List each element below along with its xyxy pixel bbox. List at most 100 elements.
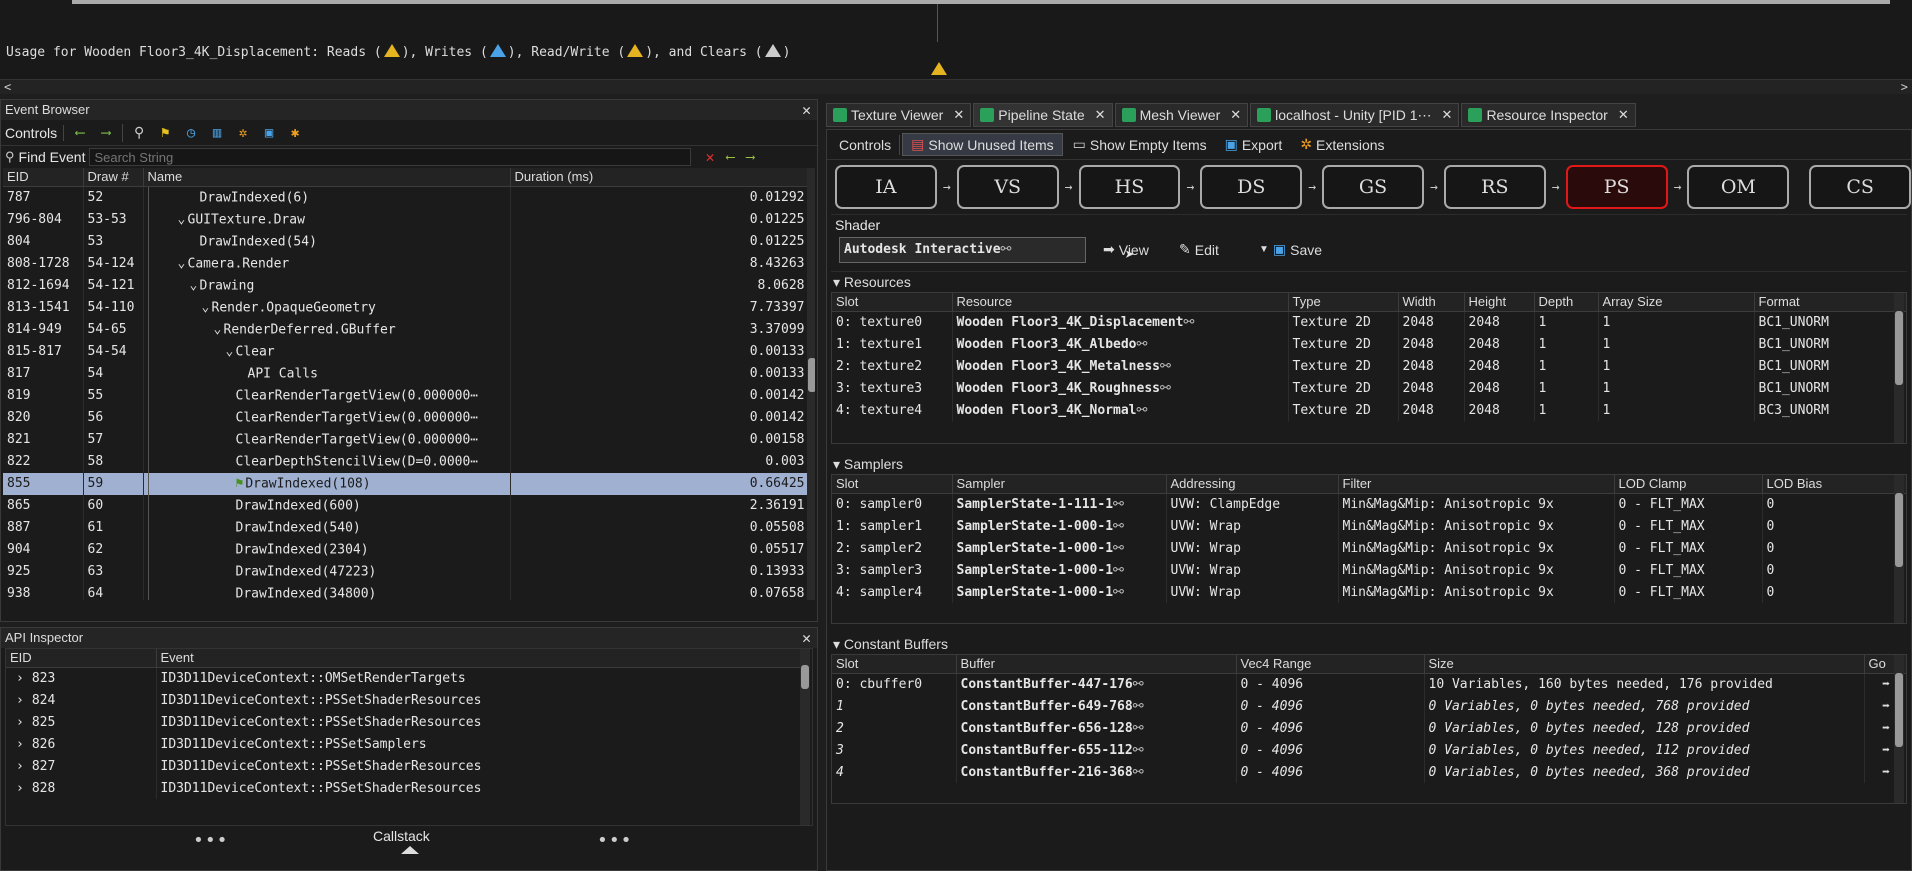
col-resource[interactable]: Resource <box>952 293 1289 312</box>
export-button[interactable]: ▣ Export <box>1217 134 1291 155</box>
stage-vs[interactable]: VS <box>956 165 1059 209</box>
event-row[interactable]: 796-804 53-53 ⌄ GUITexture.Draw 0.01225 <box>3 208 810 231</box>
show-unused-button[interactable]: ▤ Show Unused Items <box>902 133 1063 156</box>
link-icon[interactable]: ⚯ <box>1133 765 1144 780</box>
close-icon[interactable]: ✕ <box>1618 107 1629 123</box>
col-type[interactable]: Type <box>1288 293 1399 312</box>
find-next-icon[interactable]: ⟶ <box>746 150 754 165</box>
sampler-row[interactable]: 1: sampler1 SamplerState-1-000-1⚯ UVW: Wra… <box>832 515 1906 537</box>
link-icon[interactable]: ⚯ <box>1113 563 1124 578</box>
close-icon[interactable]: ✕ <box>802 101 811 119</box>
col-format[interactable]: Format <box>1754 293 1906 312</box>
col-slot[interactable]: Slot <box>832 293 953 312</box>
col-sampler[interactable]: Sampler <box>952 475 1167 494</box>
collapse-icon[interactable]: ▾ <box>833 274 840 290</box>
shader-name-field[interactable]: Autodesk Interactive⚯ <box>839 237 1086 263</box>
resource-row[interactable]: 3: texture3 Wooden Floor3_4K_Roughness⚯ Te… <box>832 377 1906 399</box>
expand-chevron-icon[interactable]: › <box>16 759 24 774</box>
resources-scrollbar[interactable] <box>1894 293 1904 443</box>
close-icon[interactable]: ✕ <box>1442 107 1453 123</box>
link-icon[interactable]: ⚯ <box>1113 519 1124 534</box>
event-row[interactable]: 821 57 ClearRenderTargetView(0.000000⋯ 0.00… <box>3 428 810 451</box>
expand-chevron-icon[interactable]: ⌄ <box>178 212 188 227</box>
tab-localhost[interactable]: localhost - Unity [PID 1⋯ ✕ <box>1250 103 1460 127</box>
cbuffer-row[interactable]: 1 ConstantBuffer-649-768⚯ 0 - 4096 0 Variab… <box>832 695 1906 717</box>
chart-icon[interactable]: ▥ <box>207 123 227 143</box>
clear-search-icon[interactable]: ✕ <box>705 148 714 166</box>
binoculars-icon[interactable]: ⚲ <box>129 123 149 143</box>
resource-row[interactable]: 4: texture4 Wooden Floor3_4K_Normal⚯ Textu… <box>832 399 1906 421</box>
timeline-event-marker[interactable] <box>931 62 947 75</box>
col-api-eid[interactable]: EID <box>6 649 157 668</box>
link-icon[interactable]: ⚯ <box>1001 242 1012 257</box>
col-addressing[interactable]: Addressing <box>1166 475 1339 494</box>
col-buffer[interactable]: Buffer <box>956 655 1237 674</box>
api-row[interactable]: › 828 ID3D11DeviceContext::PSSetShaderReso… <box>6 777 801 799</box>
expand-chevron-icon[interactable]: › <box>16 693 24 708</box>
stage-gs[interactable]: GS <box>1322 165 1424 209</box>
api-row[interactable]: › 823 ID3D11DeviceContext::OMSetRenderTarg… <box>6 667 801 689</box>
timeline-bar[interactable]: Usage for Wooden Floor3_4K_Displacement:… <box>0 0 1912 80</box>
event-row[interactable]: 820 56 ClearRenderTargetView(0.000000⋯ 0.00… <box>3 406 810 429</box>
sampler-row[interactable]: 4: sampler4 SamplerState-1-000-1⚯ UVW: Wra… <box>832 581 1906 603</box>
col-api-event[interactable]: Event <box>156 649 801 668</box>
settings-icon[interactable]: ✱ <box>285 123 305 143</box>
link-icon[interactable]: ⚯ <box>1133 699 1144 714</box>
expand-chevron-icon[interactable]: ⌄ <box>178 256 188 271</box>
timeline-scrollbar[interactable]: < > <box>0 80 1912 94</box>
col-array-size[interactable]: Array Size <box>1598 293 1755 312</box>
api-row[interactable]: › 827 ID3D11DeviceContext::PSSetShaderReso… <box>6 755 801 777</box>
tab-resource[interactable]: Resource Inspector ✕ <box>1461 103 1636 127</box>
expand-chevron-icon[interactable]: › <box>16 737 24 752</box>
flag-icon[interactable]: ⚑ <box>155 123 175 143</box>
right-dots-handle[interactable]: ••• <box>597 830 633 851</box>
event-row[interactable]: 804 53 DrawIndexed(54) 0.01225 <box>3 230 810 253</box>
api-row[interactable]: › 824 ID3D11DeviceContext::PSSetShaderReso… <box>6 689 801 711</box>
api-scroll-thumb[interactable] <box>801 665 809 689</box>
stage-ps[interactable]: PS <box>1565 165 1668 209</box>
cbuffer-row[interactable]: 2 ConstantBuffer-656-128⚯ 0 - 4096 0 Variab… <box>832 717 1906 739</box>
extensions-button[interactable]: ✲ Extensions <box>1292 134 1392 155</box>
link-icon[interactable]: ⚯ <box>1113 497 1124 512</box>
samplers-scroll-thumb[interactable] <box>1895 493 1903 567</box>
expand-chevron-icon[interactable]: ⌄ <box>214 322 224 337</box>
api-list[interactable]: EID Event › 823 ID3D11DeviceContext::OMSet… <box>5 648 813 826</box>
dropdown-icon[interactable]: ▼ <box>1259 244 1269 255</box>
link-icon[interactable]: ⚯ <box>1133 743 1144 758</box>
cbuffers-scroll-thumb[interactable] <box>1895 673 1903 747</box>
event-scrollbar[interactable] <box>807 168 815 600</box>
resource-row[interactable]: 2: texture2 Wooden Floor3_4K_Metalness⚯ Te… <box>832 355 1906 377</box>
col-size[interactable]: Size <box>1424 655 1865 674</box>
find-prev-icon[interactable]: ⟵ <box>727 150 735 165</box>
event-row[interactable]: 925 63 DrawIndexed(47223) 0.13933 <box>3 560 810 583</box>
link-icon[interactable]: ⚯ <box>1133 721 1144 736</box>
event-row[interactable]: 819 55 ClearRenderTargetView(0.000000⋯ 0.00… <box>3 384 810 407</box>
arrow-left-icon[interactable]: ⟵ <box>70 123 90 143</box>
col-name[interactable]: Name <box>143 168 511 187</box>
col-lod-clamp[interactable]: LOD Clamp <box>1614 475 1763 494</box>
event-row[interactable]: 813-1541 54-110 ⌄ Render.OpaqueGeometry 7.73… <box>3 296 810 319</box>
col-filter[interactable]: Filter <box>1338 475 1615 494</box>
collapse-icon[interactable]: ▾ <box>833 636 840 652</box>
expand-chevron-icon[interactable]: ⌄ <box>226 344 236 359</box>
col-slot[interactable]: Slot <box>832 655 957 674</box>
tab-mesh[interactable]: Mesh Viewer ✕ <box>1114 103 1249 127</box>
link-icon[interactable]: ⚯ <box>1160 359 1171 374</box>
col-slot[interactable]: Slot <box>832 475 953 494</box>
link-icon[interactable]: ⚯ <box>1133 677 1144 692</box>
event-row[interactable]: 812-1694 54-121 ⌄ Drawing 8.0628 <box>3 274 810 297</box>
stage-om[interactable]: OM <box>1687 165 1790 209</box>
close-icon[interactable]: ✕ <box>1095 107 1106 123</box>
event-row[interactable]: 817 54 API Calls 0.00133 <box>3 362 810 385</box>
collapse-icon[interactable]: ▾ <box>833 456 840 472</box>
close-icon[interactable]: ✕ <box>802 629 811 647</box>
event-row[interactable]: 787 52 DrawIndexed(6) 0.01292 <box>3 186 810 209</box>
col-lod-bias[interactable]: LOD Bias <box>1762 475 1906 494</box>
resources-header[interactable]: ▾ Resources <box>827 272 1911 292</box>
callstack-expand-icon[interactable] <box>401 846 419 854</box>
sampler-row[interactable]: 2: sampler2 SamplerState-1-000-1⚯ UVW: Wra… <box>832 537 1906 559</box>
scroll-left-icon[interactable]: < <box>4 80 11 94</box>
floppy-icon[interactable]: ▣ <box>259 123 279 143</box>
stage-cs[interactable]: CS <box>1809 165 1912 209</box>
expand-chevron-icon[interactable]: ⌄ <box>202 300 212 315</box>
